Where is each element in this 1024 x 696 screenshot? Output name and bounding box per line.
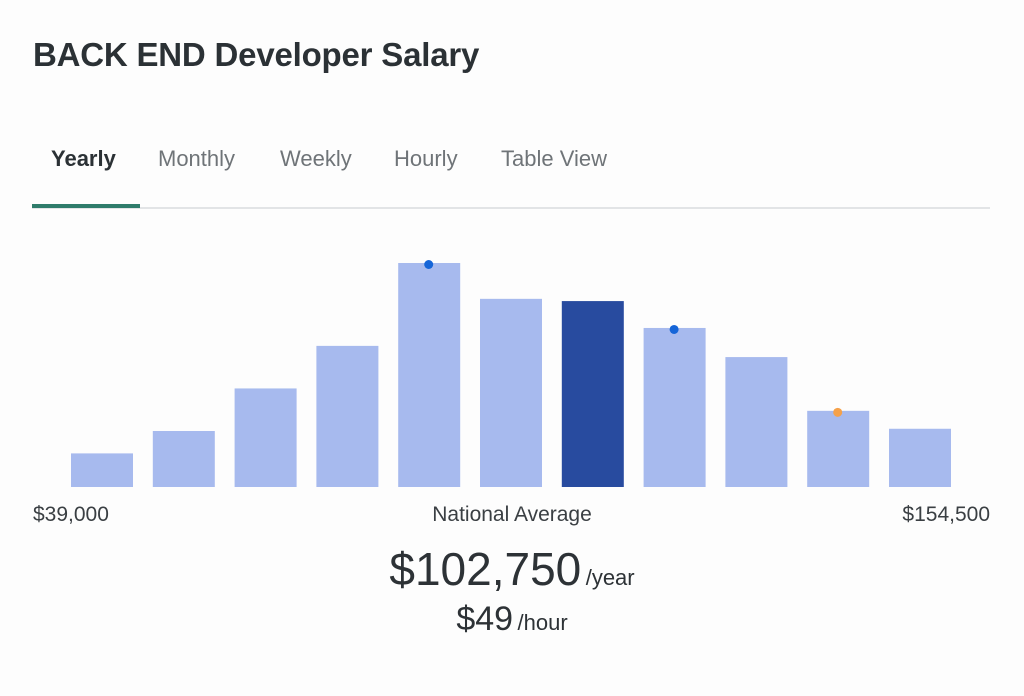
histogram-bar[interactable] — [807, 410, 870, 487]
tab-table-view[interactable]: Table View — [501, 146, 607, 172]
tab-divider — [32, 207, 990, 209]
tab-hourly[interactable]: Hourly — [394, 146, 458, 172]
histogram-bar[interactable] — [71, 453, 133, 487]
active-tab-indicator — [32, 204, 140, 208]
histogram-bar[interactable] — [398, 263, 461, 487]
tab-monthly[interactable]: Monthly — [158, 146, 235, 172]
yearly-salary: $102,750 /year — [0, 542, 1024, 596]
histogram-bar[interactable] — [725, 357, 788, 487]
tab-weekly[interactable]: Weekly — [280, 146, 352, 172]
bar-marker-dot — [669, 324, 679, 334]
bar-marker-dot — [833, 407, 843, 417]
national-average-label: National Average — [432, 503, 592, 526]
histogram-bar[interactable] — [480, 298, 542, 487]
histogram-bar[interactable] — [316, 345, 379, 487]
yearly-salary-unit: /year — [585, 565, 635, 590]
histogram-bar[interactable] — [234, 388, 297, 487]
max-salary-label: $154,500 — [902, 503, 990, 526]
tab-yearly[interactable]: Yearly — [51, 146, 116, 172]
hourly-salary-unit: /hour — [517, 610, 568, 635]
hourly-salary-value: $49 — [456, 600, 514, 638]
hourly-salary: $49 /hour — [0, 600, 1024, 639]
histogram-bar[interactable] — [643, 327, 706, 487]
histogram-bar[interactable] — [889, 428, 951, 487]
page-title: BACK END Developer Salary — [33, 36, 480, 73]
histogram-bar[interactable] — [152, 431, 215, 487]
bar-marker-dot — [424, 260, 434, 269]
yearly-salary-value: $102,750 — [389, 543, 582, 595]
period-tabs: Yearly Monthly Weekly Hourly Table View — [32, 140, 990, 210]
histogram-bar-national-average[interactable] — [561, 301, 624, 487]
salary-histogram — [71, 260, 951, 487]
